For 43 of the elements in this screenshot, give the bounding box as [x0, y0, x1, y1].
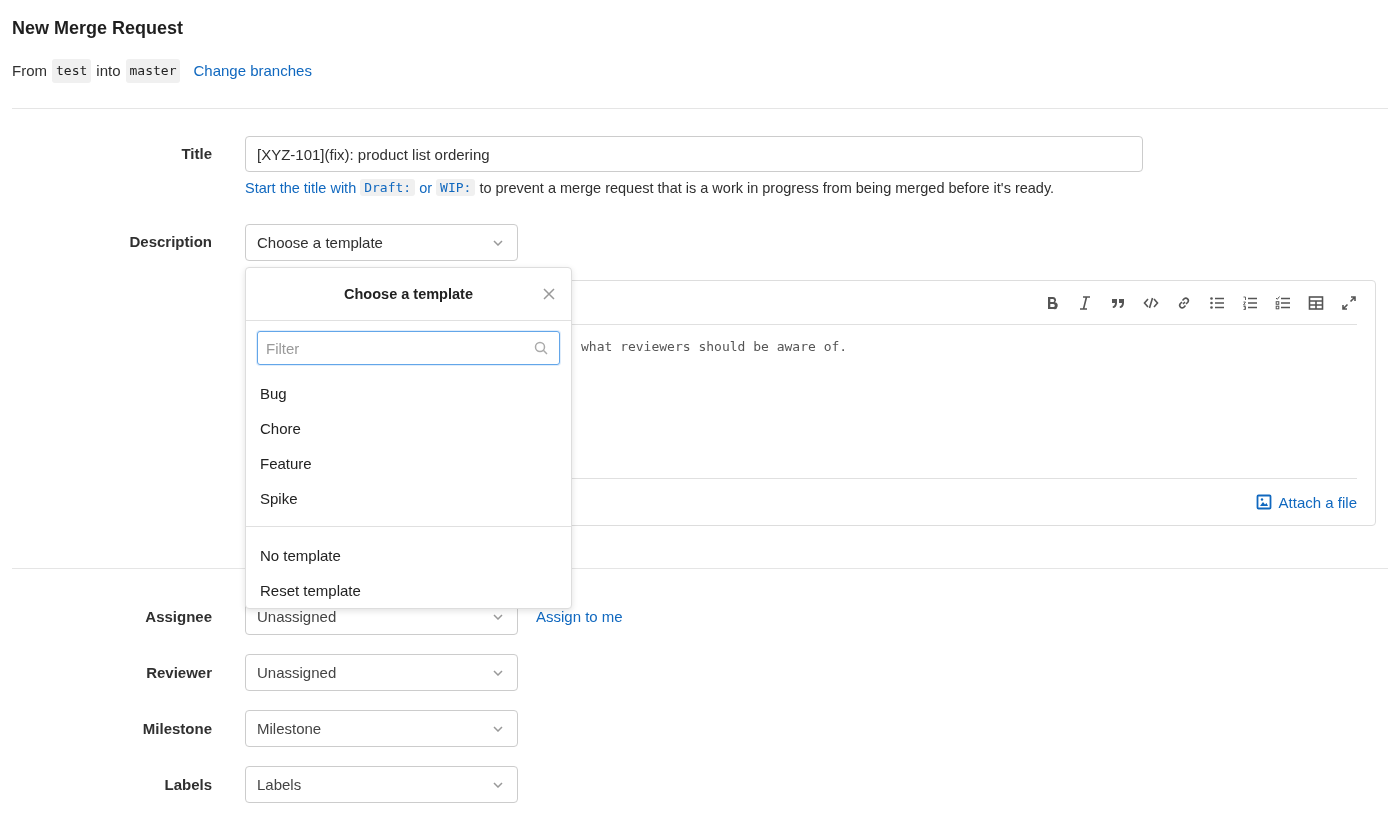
field-label: Labels	[163, 774, 213, 795]
field-select[interactable]: Milestone	[245, 710, 518, 747]
hint-text: to prevent a merge request that is a work in progress from being merged before it's ready.	[479, 179, 1055, 196]
into-label: into	[96, 61, 121, 81]
italic-icon[interactable]	[1077, 294, 1093, 311]
field-select[interactable]: Unassigned	[245, 654, 518, 691]
attach-file-link[interactable]: Attach a file	[1255, 493, 1357, 511]
chevron-down-icon	[493, 613, 503, 620]
hint-link[interactable]: or	[419, 179, 433, 196]
dropdown-title: Choose a template	[344, 286, 473, 302]
chevron-down-icon	[493, 239, 503, 246]
table-icon[interactable]	[1308, 294, 1324, 311]
hint-link[interactable]: Start the title with	[245, 179, 357, 196]
assign-to-me-link[interactable]: Assign to me	[536, 608, 623, 625]
hint-code: Draft:	[360, 179, 416, 196]
change-branches-link[interactable]: Change branches	[193, 60, 312, 82]
field-label: Reviewer	[145, 662, 213, 683]
description-label: Description	[128, 232, 213, 252]
chevron-down-icon	[493, 725, 503, 732]
title-label: Title	[180, 144, 213, 164]
field-label: Assignee	[144, 606, 213, 627]
field-select[interactable]: Labels	[245, 766, 518, 803]
target-branch: master	[125, 59, 181, 83]
template-select[interactable]: Choose a template	[245, 224, 518, 261]
chevron-down-icon	[493, 669, 503, 676]
fullscreen-icon[interactable]	[1341, 294, 1357, 311]
source-branch: test	[52, 59, 92, 83]
numbered-list-icon[interactable]	[1242, 294, 1258, 311]
title-input[interactable]: [XYZ-101](fix): product list ordering	[245, 136, 1143, 172]
image-icon	[1255, 494, 1272, 510]
task-list-icon[interactable]	[1275, 294, 1291, 311]
page-title: New Merge Request	[12, 17, 185, 39]
template-option[interactable]: Spike	[246, 481, 571, 516]
filter-field[interactable]: Filter	[257, 331, 560, 365]
close-icon[interactable]	[543, 288, 555, 300]
field-label: Milestone	[141, 718, 213, 739]
chevron-down-icon	[493, 781, 503, 788]
hint-code: WIP:	[436, 179, 476, 196]
from-label: From	[12, 61, 47, 81]
search-icon	[534, 341, 548, 355]
template-action[interactable]: No template	[246, 538, 571, 573]
bullet-list-icon[interactable]	[1209, 294, 1225, 311]
link-icon[interactable]	[1176, 294, 1192, 311]
